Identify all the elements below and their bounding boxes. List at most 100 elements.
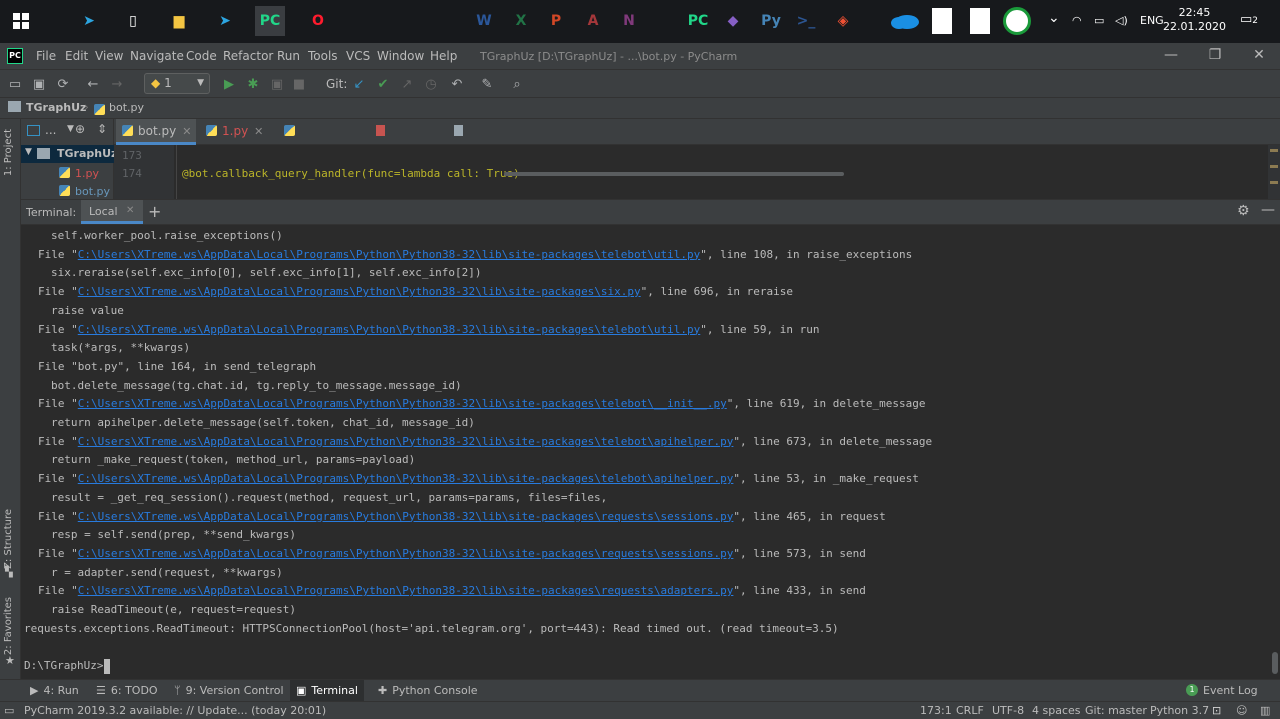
project-view-select[interactable]: ... (45, 123, 56, 137)
settings-wrench-icon[interactable]: ✎ (478, 75, 496, 93)
file-path-link[interactable]: C:\Users\XTreme.ws\AppData\Local\Program… (78, 584, 734, 597)
gear-icon[interactable]: ⚙ (1237, 203, 1250, 219)
file-path-link[interactable]: C:\Users\XTreme.ws\AppData\Local\Program… (78, 397, 727, 410)
volume-icon[interactable]: ◁) (1115, 14, 1128, 27)
save-icon[interactable]: ▣ (30, 75, 48, 93)
git-push-icon[interactable]: ↗ (398, 75, 416, 93)
onedrive-icon[interactable] (890, 10, 920, 33)
open-folder-icon[interactable]: ▭ (6, 75, 24, 93)
project-view-icon[interactable] (27, 125, 40, 136)
sync-icon[interactable]: ⟳ (54, 75, 72, 93)
telegram-icon[interactable]: ➤ (74, 6, 104, 36)
file-path-link[interactable]: C:\Users\XTreme.ws\AppData\Local\Program… (78, 547, 734, 560)
indent-setting[interactable]: 4 spaces (1032, 704, 1081, 717)
close-tab-icon[interactable]: ✕ (182, 125, 191, 138)
bottom-tab-terminal[interactable]: ▣ Terminal (290, 680, 364, 701)
git-history-icon[interactable]: ◷ (422, 75, 440, 93)
bottom-tab-9-version-control[interactable]: ᛘ 9: Version Control (168, 680, 290, 701)
forward-icon[interactable]: → (108, 75, 126, 93)
close-tab-icon[interactable]: ✕ (254, 125, 263, 138)
menu-tools[interactable]: Tools (308, 49, 338, 63)
structure-tool-tab[interactable]: Z: Structure (3, 509, 14, 569)
file-path-link[interactable]: C:\Users\XTreme.ws\AppData\Local\Program… (78, 248, 701, 261)
telegram2-icon[interactable]: ➤ (210, 6, 240, 36)
menu-help[interactable]: Help (430, 49, 457, 63)
powerpoint-icon[interactable]: P (541, 6, 571, 36)
battery-icon[interactable]: ▭ (1094, 14, 1104, 27)
locate-icon[interactable]: ⊕ (75, 122, 85, 136)
tree-expand-icon[interactable]: ▼ (25, 147, 32, 157)
file-path-link[interactable]: C:\Users\XTreme.ws\AppData\Local\Program… (78, 285, 641, 298)
tab-procfile[interactable]: Procfile✕ (370, 119, 444, 163)
file-encoding[interactable]: UTF-8 (992, 704, 1024, 717)
opera-icon[interactable]: O (303, 6, 333, 36)
event-log-tab[interactable]: Event Log (1203, 684, 1258, 697)
debug-icon[interactable]: ✱ (244, 75, 262, 93)
menu-refactor[interactable]: Refactor (223, 49, 273, 63)
python-interpreter[interactable]: Python 3.7 (1150, 704, 1209, 717)
terminal-tab-local[interactable]: Local ✕ (81, 200, 143, 224)
menu-view[interactable]: View (95, 49, 123, 63)
lock-icon[interactable]: ⊡ (1212, 704, 1221, 717)
powershell-icon[interactable]: >_ (791, 6, 821, 36)
python-icon[interactable]: Py (756, 6, 786, 36)
git-branch[interactable]: Git: master (1085, 704, 1147, 717)
menu-navigate[interactable]: Navigate (130, 49, 184, 63)
hide-panel-icon[interactable]: — (1261, 202, 1275, 218)
visual-studio-icon[interactable]: ◆ (718, 6, 748, 36)
file-icon[interactable] (932, 8, 952, 34)
tree-item-botpy[interactable]: bot.py (59, 185, 110, 198)
bottom-tab-python-console[interactable]: ✚ Python Console (372, 680, 484, 701)
bottom-tab-4-run[interactable]: ▶ 4: Run (24, 680, 85, 701)
notification-icon[interactable]: ▭2 (1240, 12, 1258, 27)
rollback-icon[interactable]: ↶ (448, 75, 466, 93)
language-indicator[interactable]: ENG (1140, 14, 1164, 27)
excel-icon[interactable]: X (506, 6, 536, 36)
close-tab-icon[interactable]: ✕ (126, 205, 134, 216)
menu-edit[interactable]: Edit (65, 49, 88, 63)
status-message[interactable]: PyCharm 2019.3.2 available: // Update...… (24, 704, 326, 717)
app-circle-icon[interactable] (1003, 7, 1031, 35)
file-path-link[interactable]: C:\Users\XTreme.ws\AppData\Local\Program… (78, 472, 734, 485)
back-icon[interactable]: ← (84, 75, 102, 93)
favorites-tool-tab[interactable]: 2: Favorites (3, 597, 14, 655)
wifi-icon[interactable]: ◠ (1072, 14, 1082, 27)
file-path-link[interactable]: C:\Users\XTreme.ws\AppData\Local\Program… (78, 323, 701, 336)
pycharm-icon[interactable]: PC (255, 6, 285, 36)
access-icon[interactable]: A (578, 6, 608, 36)
breadcrumb-project[interactable]: TGraphUz (26, 101, 86, 114)
file-path-link[interactable]: C:\Users\XTreme.ws\AppData\Local\Program… (78, 510, 734, 523)
maximize-icon[interactable]: ❐ (1200, 47, 1230, 65)
menu-window[interactable]: Window (377, 49, 424, 63)
tab-1-py[interactable]: 1.py ✕ (200, 119, 274, 145)
project-tool-tab[interactable]: 1: Project (3, 129, 14, 176)
menu-vcs[interactable]: VCS (346, 49, 370, 63)
explorer-icon[interactable]: ▆ (164, 6, 194, 36)
editor-hscrollbar[interactable] (504, 172, 844, 176)
clock[interactable]: 22:45 22.01.2020 (1163, 6, 1226, 34)
inspector-icon[interactable]: ☺ (1236, 704, 1247, 717)
project-view-dropdown-icon[interactable]: ▼ (67, 124, 74, 134)
file-icon[interactable]: ▯ (118, 6, 148, 36)
menu-run[interactable]: Run (277, 49, 300, 63)
run-icon[interactable]: ▶ (220, 75, 238, 93)
git-icon[interactable]: ◈ (828, 6, 858, 36)
file-icon-2[interactable] (970, 8, 990, 34)
minimize-icon[interactable]: — (1156, 47, 1186, 65)
run-configuration-select[interactable]: ◆ 1 ▼ (144, 73, 210, 94)
line-separator[interactable]: CRLF (956, 704, 984, 717)
search-icon[interactable]: ⌕ (508, 75, 526, 93)
terminal-output[interactable]: self.worker_pool.raise_exceptions() File … (21, 225, 1273, 679)
stop-icon[interactable]: ■ (290, 75, 308, 93)
windows-start-icon[interactable] (6, 6, 36, 36)
coverage-icon[interactable]: ▣ (268, 75, 286, 93)
close-icon[interactable]: ✕ (1244, 47, 1274, 65)
git-update-icon[interactable]: ↙ (350, 75, 368, 93)
chevron-up-icon[interactable]: ⌄ (1048, 10, 1060, 26)
file-path-link[interactable]: C:\Users\XTreme.ws\AppData\Local\Program… (78, 435, 734, 448)
terminal-scrollbar[interactable] (1272, 652, 1278, 674)
collapse-icon[interactable]: ⇕ (97, 122, 107, 136)
memory-icon[interactable]: ▥ (1260, 704, 1270, 717)
tab-requirements-txt[interactable]: requirements.txt✕ (448, 119, 574, 163)
bottom-tab-6-todo[interactable]: ☰ 6: TODO (90, 680, 164, 701)
